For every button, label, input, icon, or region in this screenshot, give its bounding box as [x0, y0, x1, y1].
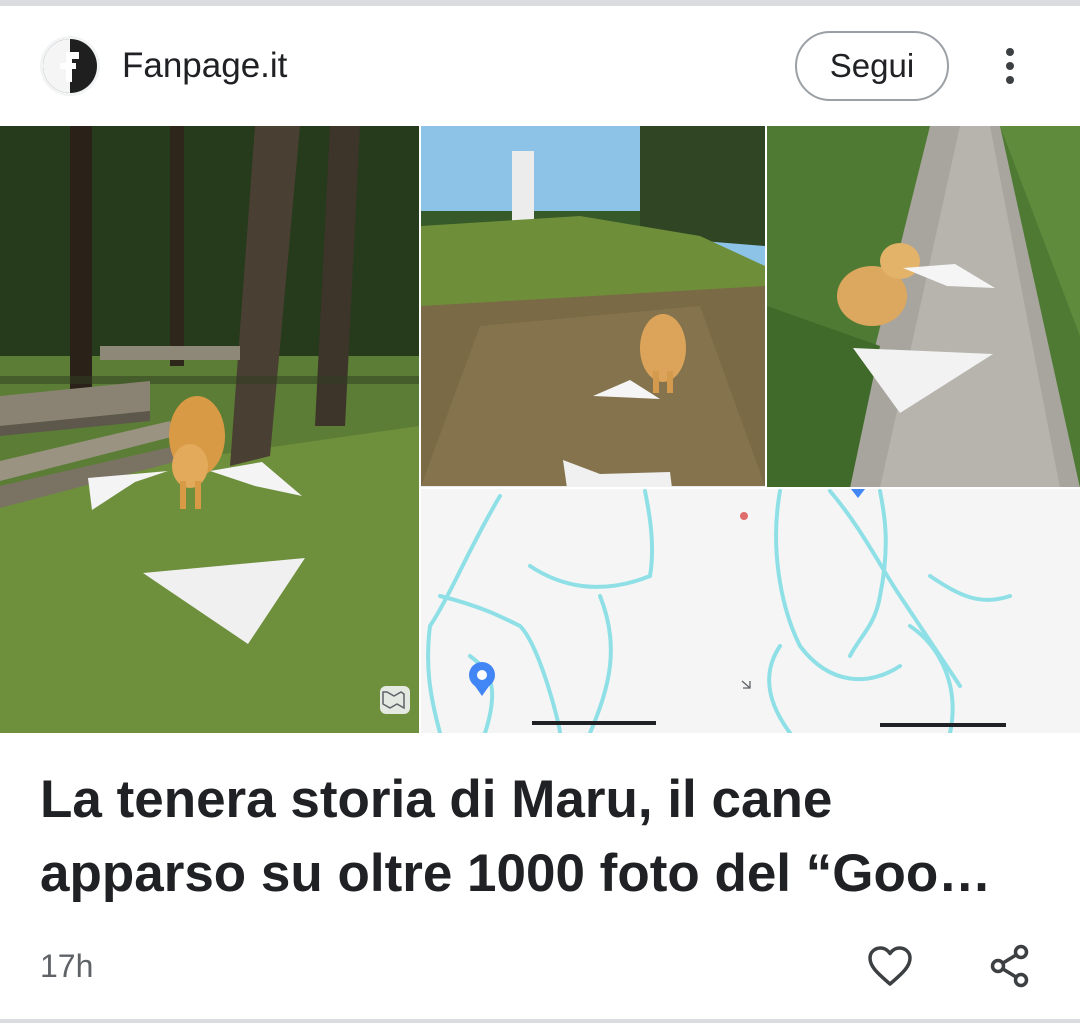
street-view-collage: [0, 126, 1080, 733]
source-name[interactable]: Fanpage.it: [122, 44, 287, 88]
headline-line-2: apparso su oltre 1000 foto del “Goo…: [40, 844, 992, 903]
headline-line-1: La tenera storia di Maru, il cane: [40, 770, 833, 829]
heart-outline-icon[interactable]: [862, 938, 918, 994]
article-age: 17h: [40, 948, 94, 984]
card-footer: 17h: [0, 930, 1080, 1010]
fanpage-logo-icon: [43, 39, 97, 93]
article-headline[interactable]: La tenera storia di Maru, il cane appars…: [40, 763, 1050, 911]
panel-map: [421, 489, 1080, 733]
panel-slope: [421, 126, 765, 488]
panel-forest: [0, 126, 419, 733]
article-image[interactable]: [0, 126, 1080, 733]
source-logo[interactable]: [40, 36, 100, 96]
follow-button[interactable]: Segui: [795, 31, 949, 101]
bottom-divider: [0, 1019, 1080, 1023]
panel-path: [767, 126, 1080, 488]
share-icon[interactable]: [982, 938, 1038, 994]
more-options-icon[interactable]: [985, 41, 1035, 91]
card-header: Fanpage.it Segui: [0, 6, 1080, 126]
